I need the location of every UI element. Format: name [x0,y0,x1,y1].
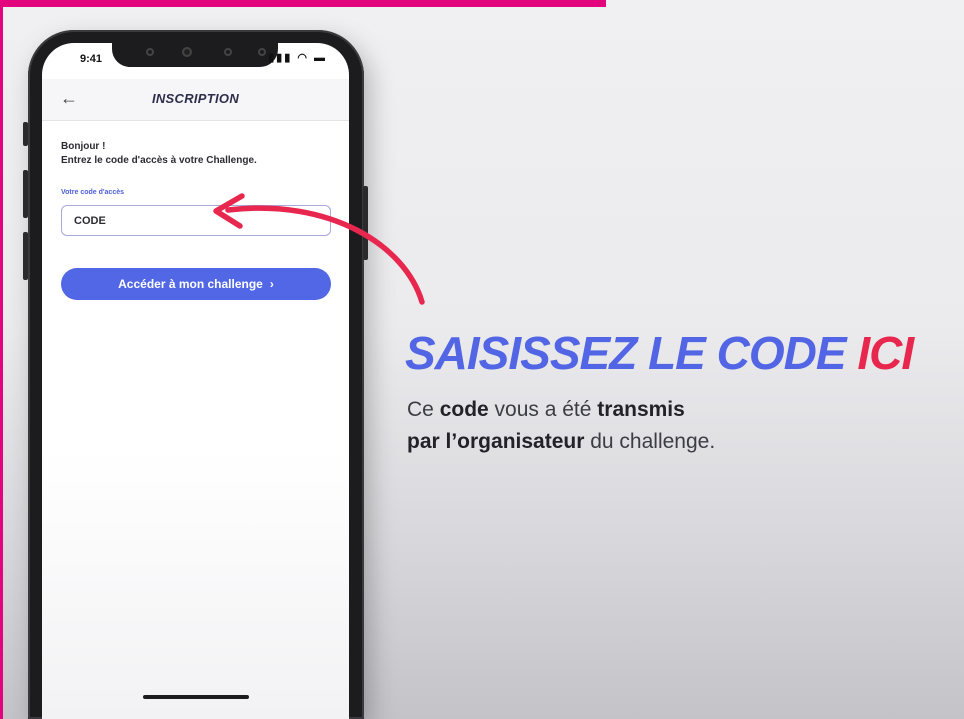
camera-icon [146,48,154,56]
explanation-emphasis: par l’organisateur [407,430,585,453]
wifi-icon: ◠ [297,52,309,64]
page-title: INSCRIPTION [151,91,240,106]
instruction-text: Entrez le code d'accès à votre Challenge… [61,155,257,166]
explanation-word: du challenge. [584,430,716,453]
explanation-emphasis: transmis [597,398,685,421]
home-indicator [143,695,249,699]
camera-icon [182,47,192,57]
phone-volume-down [23,232,28,280]
explanation-word: vous a été [488,398,598,421]
brand-left-bar [0,0,3,719]
headline-accent: ICI [857,327,914,379]
greeting-text: Bonjour ! [61,141,106,152]
explanation-word: Ce [407,398,440,421]
phone-silent-switch [23,122,28,146]
access-code-label: Votre code d'accès [61,189,125,196]
explanation-emphasis: code [439,398,489,421]
phone-volume-up [23,170,28,218]
battery-icon: ▬ [314,52,327,64]
explanation-line-2: par l’organisateur du challenge. [407,426,715,458]
status-time: 9:41 [80,53,103,65]
brand-top-bar [0,0,606,7]
sensor-icon [224,48,232,56]
pointer-arrow [213,193,425,305]
sensor-icon [258,48,266,56]
explanation-text: Ce code vous a été transmis par l’organi… [407,394,715,458]
signal-icon: ▮▮▮ [268,52,293,64]
headline: SAISISSEZ LE CODE ICI [405,326,914,380]
phone-screen: 9:41 ▮▮▮ ◠ ▬ ← INSCRIPTION Bonjour ! Ent… [42,43,349,719]
status-icons: ▮▮▮ ◠ ▬ [268,51,327,64]
explanation-line-1: Ce code vous a été transmis [407,394,715,426]
app-header: ← INSCRIPTION [42,79,349,121]
headline-main: SAISISSEZ LE CODE [405,327,858,379]
phone-notch [112,43,278,67]
